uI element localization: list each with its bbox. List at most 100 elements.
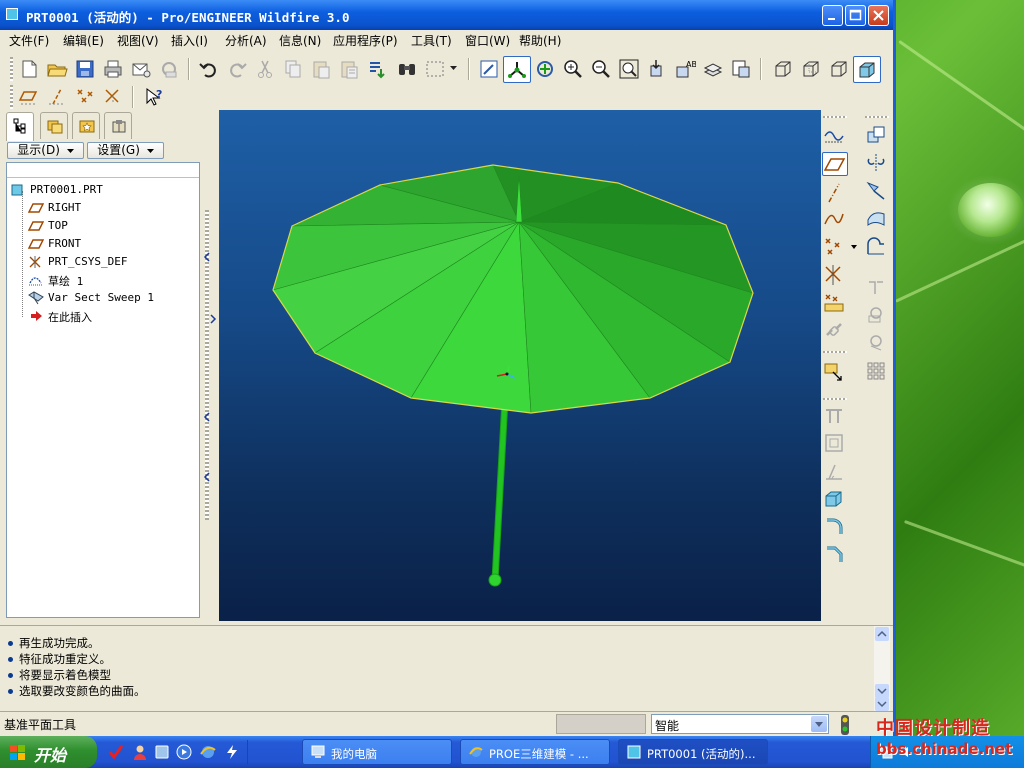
extrude-icon[interactable]: [823, 488, 845, 510]
start-button[interactable]: 开始: [0, 736, 97, 768]
menu-applications[interactable]: 应用程序(P): [333, 32, 398, 49]
chevron-down-icon[interactable]: [450, 66, 458, 72]
repaint-icon[interactable]: [478, 58, 500, 80]
sketched-curve-icon[interactable]: [823, 124, 845, 146]
merge-icon[interactable]: [865, 180, 887, 202]
spin-center-toggle[interactable]: [503, 56, 531, 83]
umbrella-model[interactable]: [219, 110, 821, 621]
rib-icon[interactable]: [823, 404, 845, 426]
menu-analysis[interactable]: 分析(A): [225, 32, 267, 49]
pattern-icon[interactable]: [865, 360, 887, 382]
flash-icon[interactable]: [224, 744, 240, 760]
taskbar-item-my-computer[interactable]: 我的电脑: [302, 739, 452, 765]
save-icon[interactable]: [74, 58, 96, 80]
paste-special-icon[interactable]: [338, 58, 360, 80]
analysis-feature-icon[interactable]: [823, 292, 845, 314]
tab-folder-browser[interactable]: [40, 112, 68, 139]
no-hidden-icon[interactable]: [828, 58, 850, 80]
copy-feature-icon[interactable]: [865, 124, 887, 146]
email-link-icon[interactable]: [158, 58, 180, 80]
datum-axis-display-icon[interactable]: [46, 86, 68, 108]
scroll-down-icon[interactable]: [875, 697, 889, 711]
shell-icon[interactable]: [823, 432, 845, 454]
graphics-window[interactable]: [219, 110, 821, 621]
chevron-down-icon[interactable]: [811, 716, 827, 732]
layers-icon[interactable]: [702, 58, 724, 80]
saved-views-icon[interactable]: AB: [674, 58, 696, 80]
orient-mode-icon[interactable]: [534, 58, 556, 80]
undo-icon[interactable]: [198, 58, 220, 80]
csys-display-icon[interactable]: [102, 86, 124, 108]
collapse-left-icon[interactable]: [203, 252, 211, 262]
email-icon[interactable]: [130, 58, 152, 80]
round-icon[interactable]: [823, 516, 845, 538]
show-dropdown[interactable]: 显示(D): [7, 142, 84, 159]
view-manager-icon[interactable]: [730, 58, 752, 80]
find-binoculars-icon[interactable]: [396, 58, 418, 80]
menu-tools[interactable]: 工具(T): [411, 32, 452, 49]
trim-icon[interactable]: [865, 208, 887, 230]
minimize-button[interactable]: [822, 5, 843, 26]
scroll-up-icon[interactable]: [875, 627, 889, 641]
datum-point-tool-icon[interactable]: [823, 236, 845, 258]
message-scrollbar[interactable]: [874, 626, 890, 712]
print-icon[interactable]: [102, 58, 124, 80]
menu-info[interactable]: 信息(N): [279, 32, 321, 49]
datum-plane-tool[interactable]: [822, 152, 848, 176]
paste-icon[interactable]: [310, 58, 332, 80]
scroll-down-icon[interactable]: [875, 684, 889, 698]
media-player-icon[interactable]: [176, 744, 192, 760]
reorient-icon[interactable]: [646, 58, 668, 80]
shading-toggle[interactable]: [853, 56, 881, 83]
csys-tool-icon[interactable]: [823, 264, 845, 286]
chain-link-icon[interactable]: [823, 320, 845, 342]
tab-favorites[interactable]: [72, 112, 100, 139]
selection-box-icon[interactable]: [424, 58, 446, 80]
datum-curve-tool-icon[interactable]: [823, 208, 845, 230]
draft-icon[interactable]: [823, 460, 845, 482]
collapse-left-icon[interactable]: [203, 412, 211, 422]
datum-plane-display-icon[interactable]: [18, 86, 40, 108]
taskbar-item-browser[interactable]: PROE三维建模 - ...: [460, 739, 610, 765]
hidden-line-icon[interactable]: [800, 58, 822, 80]
new-file-icon[interactable]: [18, 58, 40, 80]
refit-icon[interactable]: [618, 58, 640, 80]
zoom-out-icon[interactable]: [590, 58, 612, 80]
collapse-left-icon[interactable]: [203, 472, 211, 482]
tab-model-tree[interactable]: [6, 112, 34, 141]
datum-axis-tool-icon[interactable]: [823, 182, 845, 204]
close-button[interactable]: [868, 5, 889, 26]
mirror-icon[interactable]: [865, 152, 887, 174]
maximize-button[interactable]: [845, 5, 866, 26]
chevron-down-icon[interactable]: [851, 245, 857, 250]
menu-edit[interactable]: 编辑(E): [63, 32, 104, 49]
tab-connections[interactable]: [104, 112, 132, 139]
chamfer-icon[interactable]: [823, 544, 845, 566]
thicken-icon[interactable]: [865, 304, 887, 326]
zoom-in-icon[interactable]: [562, 58, 584, 80]
menu-insert[interactable]: 插入(I): [171, 32, 208, 49]
context-help-icon[interactable]: ?: [144, 86, 166, 108]
menu-window[interactable]: 窗口(W): [465, 32, 510, 49]
taskbar-item-proe[interactable]: PRT0001 (活动的)...: [618, 739, 768, 765]
expand-right-icon[interactable]: [209, 314, 217, 324]
antivirus-icon[interactable]: [108, 744, 124, 760]
settings-dropdown[interactable]: 设置(G): [87, 142, 164, 159]
redo-icon[interactable]: [226, 58, 248, 80]
copy-icon[interactable]: [282, 58, 304, 80]
datum-point-display-icon[interactable]: [74, 86, 96, 108]
regenerate-icon[interactable]: [366, 58, 388, 80]
open-folder-icon[interactable]: [46, 58, 68, 80]
wireframe-icon[interactable]: [772, 58, 794, 80]
internet-explorer-icon[interactable]: [200, 744, 216, 760]
desktop-show-icon[interactable]: [154, 744, 170, 760]
menu-help[interactable]: 帮助(H): [519, 32, 561, 49]
menu-view[interactable]: 视图(V): [117, 32, 159, 49]
solidify-icon[interactable]: [865, 332, 887, 354]
extend-icon[interactable]: [865, 236, 887, 258]
cut-icon[interactable]: [254, 58, 276, 80]
menu-file[interactable]: 文件(F): [9, 32, 49, 49]
selection-filter-select[interactable]: 智能: [651, 714, 829, 734]
user-icon[interactable]: [132, 744, 148, 760]
navigator-sash[interactable]: [202, 112, 218, 622]
